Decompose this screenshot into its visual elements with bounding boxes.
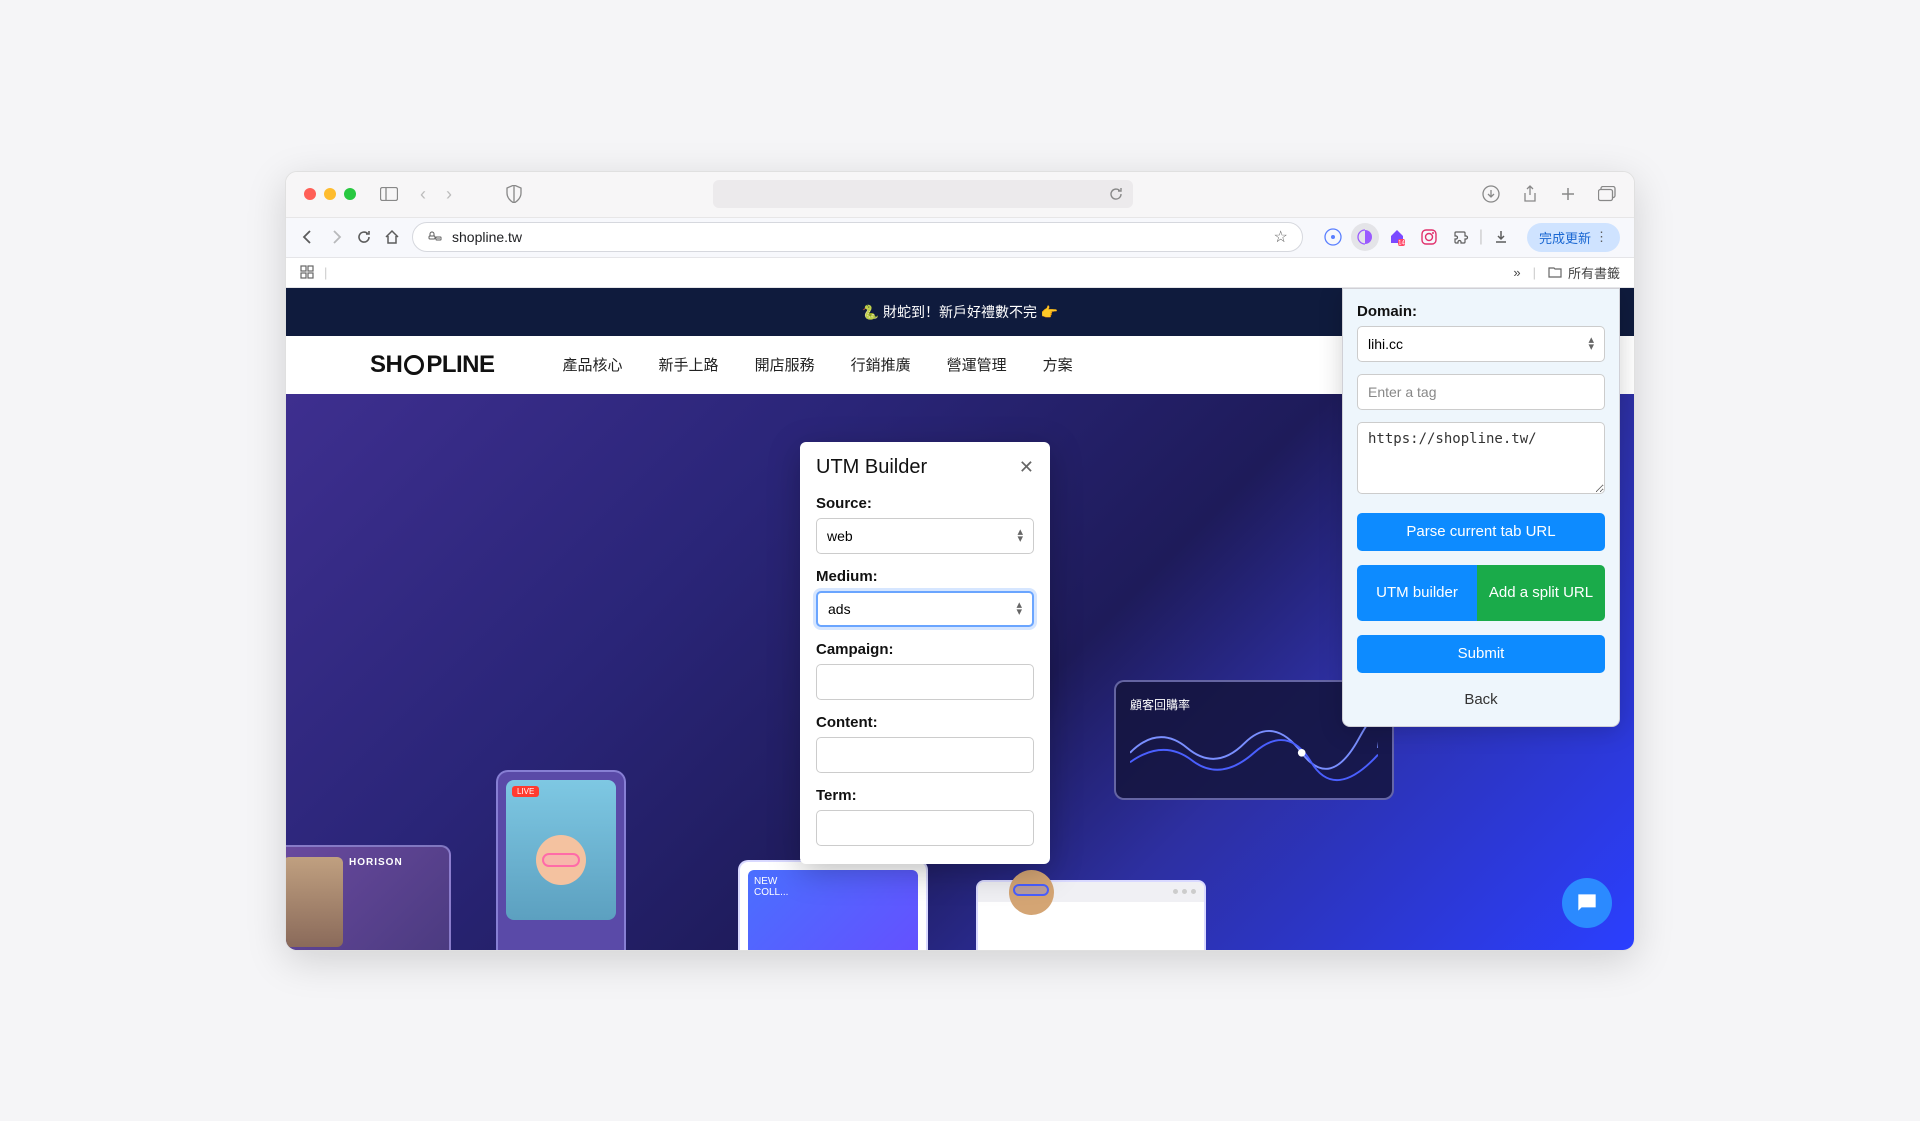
nav-item-services[interactable]: 開店服務 [755, 354, 815, 375]
nav-item-operations[interactable]: 營運管理 [947, 354, 1007, 375]
extension-icon-1[interactable] [1319, 223, 1347, 251]
utm-term-input[interactable] [816, 810, 1034, 846]
traffic-lights [304, 188, 356, 200]
select-caret-icon: ▴▾ [1016, 602, 1022, 616]
apps-grid-icon[interactable] [300, 265, 314, 279]
extensions-puzzle-icon[interactable] [1447, 223, 1475, 251]
shield-icon[interactable] [506, 185, 522, 203]
bookmarks-bar: | » | 所有書籤 [286, 258, 1634, 288]
browser-window: ‹ › [285, 171, 1635, 951]
back-button[interactable]: Back [1357, 687, 1605, 712]
safari-url-bar[interactable] [713, 180, 1133, 208]
forward-button[interactable]: › [446, 184, 452, 205]
address-bar[interactable]: shopline.tw ☆ [412, 222, 1303, 252]
utm-builder-modal: UTM Builder ✕ Source: web ▴▾ Medium: ads… [800, 442, 1050, 864]
sidebar-toggle-icon[interactable] [380, 185, 398, 203]
parse-url-button[interactable]: Parse current tab URL [1357, 513, 1605, 551]
domain-select[interactable]: lihi.cc ▴▾ [1357, 326, 1605, 362]
all-bookmarks-label: 所有書籤 [1568, 263, 1620, 282]
lihi-extension-popup: Domain: lihi.cc ▴▾ Enter a tag Parse cur… [1342, 288, 1620, 727]
utm-campaign-label: Campaign: [816, 641, 1034, 658]
chrome-toolbar: shopline.tw ☆ 14 | 完成更新 [286, 218, 1634, 258]
select-caret-icon: ▴▾ [1588, 337, 1594, 351]
new-tab-icon[interactable] [1560, 186, 1576, 202]
nav-item-getstarted[interactable]: 新手上路 [659, 354, 719, 375]
site-logo[interactable]: SHPLINE [370, 351, 495, 379]
tag-input[interactable]: Enter a tag [1357, 374, 1605, 410]
utm-source-select[interactable]: web ▴▾ [816, 518, 1034, 554]
utm-campaign-input[interactable] [816, 664, 1034, 700]
nav-item-marketing[interactable]: 行銷推廣 [851, 354, 911, 375]
utm-medium-label: Medium: [816, 568, 1034, 585]
mockup-phone-livestream: LIVE [496, 770, 626, 950]
update-chrome-button[interactable]: 完成更新 ⋮ [1527, 223, 1620, 252]
minimize-window-button[interactable] [324, 188, 336, 200]
home-icon[interactable] [384, 229, 400, 245]
domain-value: lihi.cc [1368, 336, 1403, 352]
live-badge: LIVE [512, 786, 539, 797]
select-caret-icon: ▴▾ [1017, 529, 1023, 543]
bookmark-star-icon[interactable]: ☆ [1273, 227, 1287, 247]
extension-icon-3[interactable]: 14 [1383, 223, 1411, 251]
utm-title: UTM Builder [816, 456, 927, 479]
update-label: 完成更新 [1539, 228, 1591, 247]
reload-icon[interactable] [356, 229, 372, 245]
chat-fab-button[interactable] [1562, 878, 1612, 928]
all-bookmarks-button[interactable]: 所有書籤 [1548, 263, 1620, 282]
utm-medium-value: ads [828, 601, 851, 617]
submit-button[interactable]: Submit [1357, 635, 1605, 673]
mac-titlebar: ‹ › [286, 172, 1634, 218]
tag-placeholder: Enter a tag [1368, 384, 1437, 400]
nav-item-plans[interactable]: 方案 [1043, 354, 1073, 375]
site-settings-icon[interactable] [427, 230, 442, 245]
utm-term-label: Term: [816, 787, 1034, 804]
utm-content-label: Content: [816, 714, 1034, 731]
mockup-person [986, 870, 1076, 950]
menu-dots-icon[interactable]: ⋮ [1595, 229, 1608, 245]
utm-source-label: Source: [816, 495, 1034, 512]
utm-source-value: web [827, 528, 853, 544]
downloads-icon[interactable] [1482, 185, 1500, 203]
close-window-button[interactable] [304, 188, 316, 200]
extension-icon-4[interactable] [1415, 223, 1443, 251]
utm-medium-select[interactable]: ads ▴▾ [816, 591, 1034, 627]
utm-content-input[interactable] [816, 737, 1034, 773]
logo-o-icon [404, 355, 424, 375]
add-split-url-button[interactable]: Add a split URL [1477, 565, 1605, 621]
back-icon[interactable] [300, 229, 316, 245]
mockup-tablet: NEWCOLL... [738, 860, 928, 950]
bookmarks-overflow-icon[interactable]: » [1513, 265, 1520, 280]
download-tray-icon[interactable] [1487, 223, 1515, 251]
domain-label: Domain: [1357, 303, 1605, 320]
mockup-horizon-card: HORISON [286, 845, 451, 950]
maximize-window-button[interactable] [344, 188, 356, 200]
tabs-overview-icon[interactable] [1598, 186, 1616, 202]
utm-close-icon[interactable]: ✕ [1019, 457, 1034, 478]
share-icon[interactable] [1522, 185, 1538, 203]
url-textarea[interactable] [1357, 422, 1605, 494]
page-content: 🐍 財蛇到！新戶好禮數不完 👉 ✕ SHPLINE 產品核心 新手上路 開店服務… [286, 288, 1634, 950]
svg-text:14: 14 [1398, 241, 1405, 247]
reload-icon[interactable] [1109, 187, 1123, 201]
back-button[interactable]: ‹ [420, 184, 426, 205]
forward-icon[interactable] [328, 229, 344, 245]
lihi-extension-icon[interactable] [1351, 223, 1379, 251]
nav-item-product[interactable]: 產品核心 [563, 354, 623, 375]
utm-builder-button[interactable]: UTM builder [1357, 565, 1477, 621]
extension-icons: 14 | [1319, 223, 1515, 251]
url-text: shopline.tw [452, 229, 1263, 245]
chart-label: 顧客回購率 [1130, 696, 1378, 713]
banner-text: 🐍 財蛇到！新戶好禮數不完 👉 [862, 302, 1059, 322]
